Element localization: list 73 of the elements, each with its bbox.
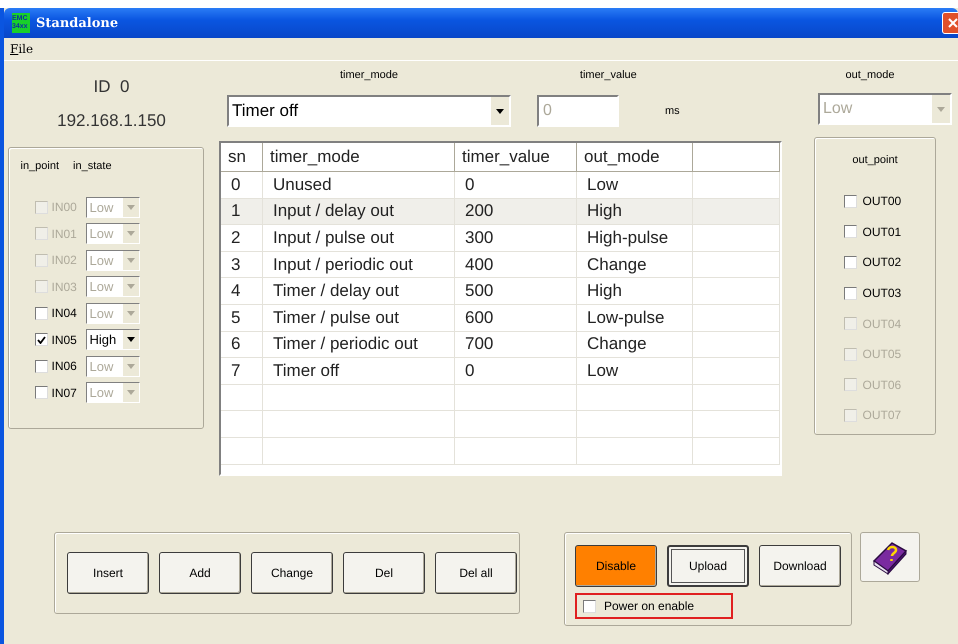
edit-button[interactable]: Add xyxy=(159,552,241,594)
timer-mode-dropdown[interactable]: Timer off xyxy=(227,95,511,127)
column-header[interactable]: sn xyxy=(221,143,263,172)
dropdown-arrow-icon xyxy=(126,258,134,263)
table-row[interactable]: 3 Input / periodic out 400 Change xyxy=(221,252,780,278)
checkbox[interactable] xyxy=(844,194,856,208)
check-mark-icon xyxy=(36,336,46,344)
column-header: in_point xyxy=(20,160,60,172)
group-title: out_point xyxy=(852,154,898,166)
field-label: timer_mode xyxy=(340,69,398,81)
dropdown-arrow-icon xyxy=(937,106,945,112)
input-label: IN02 xyxy=(52,253,78,268)
table-row[interactable]: 2 Input / pulse out 300 High-pulse xyxy=(221,225,780,252)
dropdown-arrow-icon xyxy=(126,204,134,210)
device-button[interactable]: Upload xyxy=(667,545,749,587)
help-button[interactable] xyxy=(860,532,920,582)
state-dropdown[interactable]: High xyxy=(86,329,140,350)
output-label: OUT07 xyxy=(862,408,902,422)
dropdown-arrow-icon xyxy=(126,231,134,236)
checkbox[interactable] xyxy=(34,306,48,320)
column-header[interactable]: timer_mode xyxy=(263,143,455,172)
help-book-icon xyxy=(870,539,910,575)
close-icon xyxy=(948,18,958,28)
column-header[interactable]: out_mode xyxy=(577,143,693,172)
ip-address: 192.168.1.150 xyxy=(57,111,166,131)
window-title: Standalone xyxy=(36,16,120,30)
column-header: in_state xyxy=(73,160,112,172)
table-row[interactable]: 5 Timer / pulse out 600 Low-pulse xyxy=(221,304,780,332)
input-label: IN07 xyxy=(52,386,78,400)
input-label: IN00 xyxy=(52,200,78,214)
edit-button[interactable]: Insert xyxy=(67,552,149,594)
input-label: IN05 xyxy=(52,332,78,347)
output-label: OUT03 xyxy=(862,286,902,300)
dropdown-arrow-icon xyxy=(126,284,134,290)
checkbox[interactable] xyxy=(844,256,856,269)
field-label: out_mode xyxy=(846,69,894,81)
edit-button[interactable]: Del all xyxy=(435,552,517,594)
output-label: OUT06 xyxy=(862,378,902,392)
output-label: OUT01 xyxy=(862,224,902,239)
close-button[interactable] xyxy=(942,12,958,34)
output-label: OUT02 xyxy=(862,255,902,270)
device-id: ID 0 xyxy=(94,77,130,97)
disable-button[interactable]: Disable xyxy=(575,545,657,587)
output-label: OUT00 xyxy=(862,194,902,208)
checkbox[interactable] xyxy=(34,386,48,400)
input-label: IN03 xyxy=(52,280,78,294)
dropdown-arrow-icon xyxy=(126,310,134,316)
input-label: IN04 xyxy=(52,306,78,320)
output-label: OUT05 xyxy=(862,347,902,362)
table-row[interactable]: 0 Unused 0 Low xyxy=(221,172,780,199)
menu-item[interactable]: File xyxy=(10,42,34,56)
table-row[interactable]: 7 Timer off 0 Low xyxy=(221,358,780,385)
edit-button[interactable]: Change xyxy=(251,552,333,594)
field-label: timer_value xyxy=(580,69,637,81)
input-label: IN06 xyxy=(52,359,78,374)
dropdown-arrow-icon xyxy=(126,337,134,342)
device-button[interactable]: Download xyxy=(759,545,841,587)
checkbox[interactable] xyxy=(34,333,48,346)
table-row[interactable]: 4 Timer / delay out 500 High xyxy=(221,278,780,305)
input-label: IN01 xyxy=(52,226,78,241)
checkbox[interactable] xyxy=(34,360,48,373)
output-label: OUT04 xyxy=(862,316,902,331)
table-row[interactable]: 6 Timer / periodic out 700 Change xyxy=(221,332,780,358)
checkbox[interactable] xyxy=(844,286,856,300)
table-row[interactable]: 1 Input / delay out 200 High xyxy=(221,198,780,226)
dropdown-arrow-icon xyxy=(496,108,504,114)
edit-button[interactable]: Del xyxy=(343,552,425,594)
dropdown-arrow-icon xyxy=(126,390,134,396)
column-header[interactable]: timer_value xyxy=(455,143,577,172)
checkbox[interactable] xyxy=(844,225,856,238)
unit-label: ms xyxy=(665,105,680,117)
power-on-checkbox[interactable]: Power on enable xyxy=(575,593,733,619)
dropdown-arrow-icon xyxy=(126,364,134,369)
